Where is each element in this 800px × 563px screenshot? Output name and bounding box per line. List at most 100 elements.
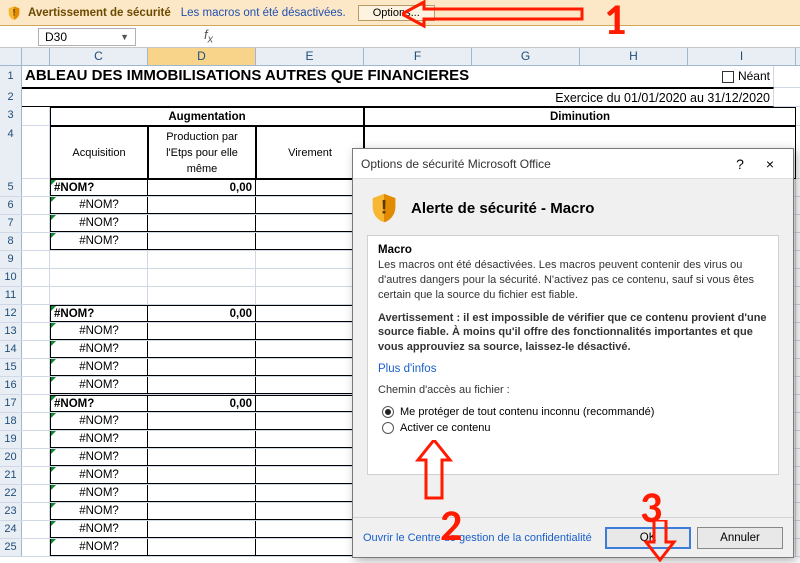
cell[interactable] <box>22 413 50 430</box>
cell[interactable] <box>22 503 50 520</box>
cell[interactable] <box>256 341 364 358</box>
cell[interactable]: #NOM? <box>50 233 148 250</box>
cell[interactable] <box>148 269 256 286</box>
cell[interactable]: #NOM? <box>50 503 148 520</box>
row-header[interactable]: 20 <box>0 449 22 466</box>
cell[interactable] <box>256 377 364 394</box>
cell[interactable] <box>22 197 50 214</box>
row-header[interactable]: 25 <box>0 539 22 556</box>
cell[interactable] <box>256 215 364 232</box>
cell[interactable] <box>22 521 50 538</box>
cell[interactable] <box>148 521 256 538</box>
cell[interactable] <box>256 485 364 502</box>
row-header[interactable]: 1 <box>0 66 22 88</box>
cell[interactable] <box>148 503 256 520</box>
cell[interactable] <box>256 359 364 376</box>
cell[interactable] <box>148 341 256 358</box>
cell[interactable] <box>50 251 148 268</box>
row-header[interactable]: 17 <box>0 395 22 412</box>
cell[interactable]: 0,00 <box>148 395 256 412</box>
cell[interactable] <box>256 287 364 304</box>
cell[interactable]: #NOM? <box>50 485 148 502</box>
cell[interactable] <box>256 323 364 340</box>
name-box[interactable]: D30 ▼ <box>38 28 136 46</box>
cell[interactable] <box>22 539 50 556</box>
col-header[interactable]: D <box>148 48 256 65</box>
cell[interactable] <box>148 449 256 466</box>
cell[interactable] <box>256 197 364 214</box>
close-icon[interactable]: × <box>755 156 785 172</box>
trust-center-link[interactable]: Ouvrir le Centre de gestion de la confid… <box>363 532 599 544</box>
cell[interactable] <box>148 431 256 448</box>
row-header[interactable]: 7 <box>0 215 22 232</box>
cell[interactable] <box>50 269 148 286</box>
cell[interactable] <box>22 431 50 448</box>
cell[interactable] <box>22 359 50 376</box>
cell[interactable] <box>22 251 50 268</box>
cell[interactable]: Acquisition <box>50 126 148 179</box>
cell[interactable]: Virement <box>256 126 364 179</box>
cell[interactable] <box>256 233 364 250</box>
cell[interactable] <box>256 521 364 538</box>
col-header[interactable]: E <box>256 48 364 65</box>
col-header[interactable]: I <box>688 48 796 65</box>
cell[interactable]: #NOM? <box>50 467 148 484</box>
row-header[interactable]: 19 <box>0 431 22 448</box>
cell[interactable] <box>256 539 364 556</box>
help-button[interactable]: ? <box>725 156 755 172</box>
cell[interactable] <box>22 269 50 286</box>
cell[interactable] <box>22 215 50 232</box>
cell[interactable]: #NOM? <box>50 539 148 556</box>
cell[interactable] <box>22 107 50 126</box>
cell[interactable] <box>256 251 364 268</box>
cell[interactable]: Production par l'Etps pour elle même <box>148 126 256 179</box>
cell[interactable]: 0 <box>256 179 364 196</box>
cell[interactable]: #NOM? <box>50 341 148 358</box>
cell[interactable] <box>22 377 50 394</box>
cell[interactable]: Exercice du 01/01/2020 au 31/12/2020 <box>22 88 774 107</box>
cell[interactable]: #NOM? <box>50 323 148 340</box>
cell[interactable] <box>22 467 50 484</box>
cell[interactable] <box>148 413 256 430</box>
col-header[interactable]: F <box>364 48 472 65</box>
chevron-down-icon[interactable]: ▼ <box>120 32 129 42</box>
cell[interactable] <box>148 287 256 304</box>
cell[interactable] <box>148 485 256 502</box>
cell[interactable] <box>22 126 50 179</box>
cell[interactable]: 0,00 <box>148 179 256 196</box>
row-header[interactable]: 6 <box>0 197 22 214</box>
cell[interactable] <box>22 485 50 502</box>
cell[interactable] <box>22 395 50 412</box>
cell[interactable] <box>148 251 256 268</box>
radio-enable[interactable]: Activer ce contenu <box>382 422 768 434</box>
cell[interactable] <box>148 539 256 556</box>
cell[interactable]: #NOM? <box>50 413 148 430</box>
cell[interactable] <box>22 233 50 250</box>
row-header[interactable]: 5 <box>0 179 22 196</box>
row-header[interactable]: 18 <box>0 413 22 430</box>
row-header[interactable]: 3 <box>0 107 22 126</box>
col-header[interactable] <box>22 48 50 65</box>
more-info-link[interactable]: Plus d'infos <box>378 363 768 375</box>
cell[interactable] <box>148 359 256 376</box>
cell[interactable]: Augmentation <box>50 107 364 126</box>
cell[interactable]: #NOM? <box>50 359 148 376</box>
cell[interactable] <box>22 341 50 358</box>
col-header[interactable]: G <box>472 48 580 65</box>
cell[interactable] <box>148 197 256 214</box>
cell[interactable]: ABLEAU DES IMMOBILISATIONS AUTRES QUE FI… <box>22 66 774 88</box>
cell[interactable] <box>256 503 364 520</box>
row-header[interactable]: 12 <box>0 305 22 322</box>
cell[interactable]: Diminution <box>364 107 796 126</box>
cell[interactable] <box>148 215 256 232</box>
security-options-button[interactable]: Options... <box>358 5 435 21</box>
cell[interactable]: #NOM? <box>50 305 148 322</box>
cell[interactable] <box>148 233 256 250</box>
row-header[interactable]: 16 <box>0 377 22 394</box>
cell[interactable] <box>22 323 50 340</box>
cell[interactable] <box>22 179 50 196</box>
row-header[interactable]: 21 <box>0 467 22 484</box>
row-header[interactable]: 13 <box>0 323 22 340</box>
cell[interactable] <box>256 431 364 448</box>
row-header[interactable]: 24 <box>0 521 22 538</box>
